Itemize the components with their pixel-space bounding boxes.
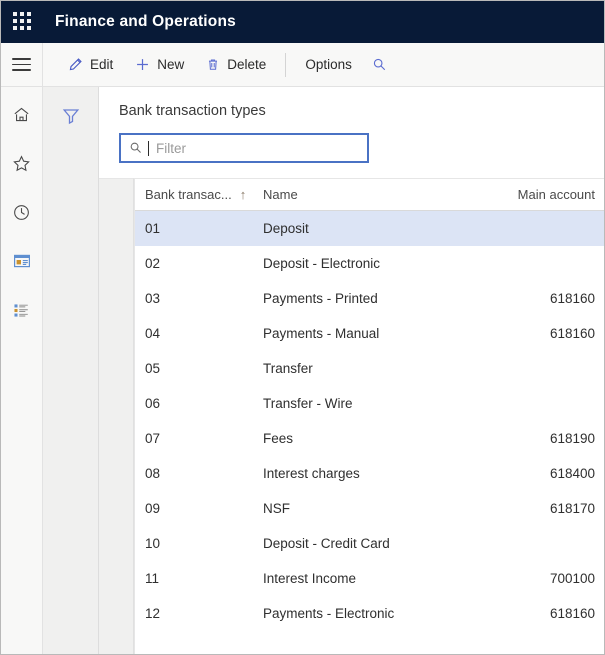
hamburger-lines [12,58,31,71]
app-header: Finance and Operations [1,1,604,43]
workspace-icon[interactable] [9,248,35,274]
cell-name: Deposit - Credit Card [263,536,390,551]
cell-bank-transaction-type: 09 [145,501,161,516]
cell-bank-transaction-type: 03 [145,291,161,306]
table-row[interactable]: 01 Deposit [135,211,604,246]
column-header-name[interactable]: Name [257,187,499,202]
cell-name: Deposit [263,221,309,236]
cell-bank-transaction-type: 02 [145,256,161,271]
search-icon[interactable] [363,51,396,78]
app-title: Finance and Operations [55,13,236,30]
table-row[interactable]: 09 NSF 618170 [135,491,604,526]
cell-bank-transaction-type: 01 [145,221,161,236]
cell-name: Fees [263,431,294,446]
table-row[interactable]: 05 Transfer [135,351,604,386]
column-header-code-label: Bank transac... [145,187,232,202]
filter-pane [43,87,99,654]
sort-ascending-icon: ↑ [239,187,247,202]
table-row[interactable]: 03 Payments - Printed 618160 [135,281,604,316]
body-region: Bank transaction types Filter Bank trans… [1,87,604,654]
new-label: New [157,57,185,72]
star-icon[interactable] [9,150,35,176]
delete-label: Delete [227,57,267,72]
app-window: Finance and Operations Edit New Delete O… [0,0,605,655]
cell-bank-transaction-type: 12 [145,606,161,621]
table-row[interactable]: 10 Deposit - Credit Card [135,526,604,561]
cell-bank-transaction-type: 06 [145,396,161,411]
navigation-rail [1,87,43,654]
data-grid: Bank transac... ↑ Name Main account 01 De… [134,178,604,654]
table-row[interactable]: 08 Interest charges 618400 [135,456,604,491]
text-cursor [148,140,149,156]
edit-button[interactable]: Edit [57,52,124,77]
cell-main-account: 618160 [549,326,595,341]
table-row[interactable]: 02 Deposit - Electronic [135,246,604,281]
column-header-account[interactable]: Main account [499,187,604,202]
waffle-grid-icon[interactable] [13,12,33,32]
cell-name: Deposit - Electronic [263,256,381,271]
cell-name: Interest Income [263,571,357,586]
cell-name: Transfer - Wire [263,396,353,411]
clock-icon[interactable] [9,199,35,225]
filter-input-container[interactable] [119,133,369,163]
cell-name: NSF [263,501,290,516]
cell-bank-transaction-type: 07 [145,431,161,446]
grid-header-row: Bank transac... ↑ Name Main account [135,179,604,211]
trash-icon [206,57,220,72]
toolbar-divider [285,52,287,77]
cell-name: Payments - Manual [263,326,380,341]
column-header-account-label: Main account [517,187,595,202]
options-button[interactable]: Options [294,52,363,77]
cell-bank-transaction-type: 11 [145,571,160,586]
column-header-code[interactable]: Bank transac... ↑ [135,187,257,202]
cell-bank-transaction-type: 05 [145,361,161,376]
cell-name: Transfer [263,361,313,376]
list-icon[interactable] [9,297,35,323]
table-row[interactable]: 07 Fees 618190 [135,421,604,456]
hamburger-menu-icon[interactable] [1,43,43,86]
delete-button[interactable]: Delete [195,52,277,77]
options-label: Options [305,57,352,72]
funnel-icon[interactable] [58,103,84,129]
cell-main-account: 618160 [549,606,595,621]
cell-bank-transaction-type: 04 [145,326,161,341]
grid-wrapper: Bank transac... ↑ Name Main account 01 De… [99,178,604,654]
filter-box-wrap [99,133,604,163]
cell-name: Interest charges [263,466,360,481]
cell-main-account: 618170 [549,501,595,516]
cell-main-account: 618160 [549,291,595,306]
table-row[interactable]: 06 Transfer - Wire [135,386,604,421]
cell-bank-transaction-type: 08 [145,466,161,481]
grid-body: 01 Deposit 02 Deposit - Electronic 03 Payment… [135,211,604,631]
cell-bank-transaction-type: 10 [145,536,161,551]
plus-icon [135,57,150,72]
new-button[interactable]: New [124,52,195,77]
table-row[interactable]: 12 Payments - Electronic 618160 [135,596,604,631]
content-area: Bank transaction types Filter Bank trans… [99,87,604,654]
cell-main-account: 618400 [549,466,595,481]
column-header-name-label: Name [263,187,298,202]
table-row[interactable]: 04 Payments - Manual 618160 [135,316,604,351]
filter-input[interactable] [156,140,359,156]
edit-label: Edit [90,57,114,72]
cell-main-account: 700100 [549,571,595,586]
home-icon[interactable] [9,101,35,127]
table-row[interactable]: 11 Interest Income 700100 [135,561,604,596]
cell-main-account: 618190 [549,431,595,446]
grid-row-gutter [99,178,134,654]
cell-name: Payments - Printed [263,291,378,306]
pencil-icon [68,57,83,72]
command-bar: Edit New Delete Options [1,43,604,87]
command-bar-items: Edit New Delete Options [43,43,396,86]
cell-name: Payments - Electronic [263,606,395,621]
page-title: Bank transaction types [119,103,266,119]
magnifier-icon [129,141,143,155]
